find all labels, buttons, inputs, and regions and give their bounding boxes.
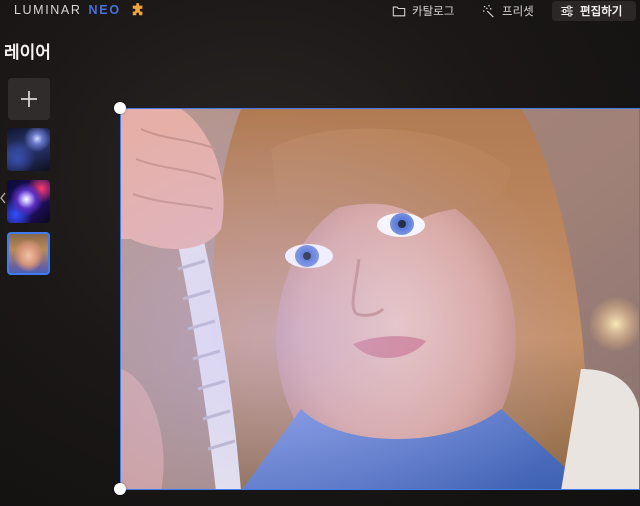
sparkle-wand-icon [482, 4, 494, 18]
sliders-icon [561, 5, 573, 17]
layers-panel-title: 레이어 [4, 43, 51, 63]
top-bar: LUMINAR NEO 카탈로그 프리셋 편집하기 [0, 0, 640, 22]
folder-icon [392, 6, 406, 17]
nav-catalog[interactable]: 카탈로그 [392, 0, 454, 22]
app-logo: LUMINAR NEO [14, 2, 145, 18]
layer-thumbnail-2[interactable] [7, 180, 50, 223]
nav-catalog-label: 카탈로그 [412, 4, 455, 18]
puzzle-icon[interactable] [131, 3, 145, 17]
canvas-image[interactable] [120, 108, 640, 490]
layer-thumbnail-3-selected[interactable] [7, 232, 50, 275]
logo-primary-text: LUMINAR [14, 3, 82, 17]
plus-icon [21, 91, 37, 107]
nav-presets[interactable]: 프리셋 [482, 0, 534, 22]
nav-edit-label: 편집하기 [580, 4, 623, 18]
resize-handle-top-left[interactable] [114, 102, 126, 114]
portrait-image [121, 109, 639, 489]
layer-thumbnail-1[interactable] [7, 128, 50, 171]
resize-handle-bottom-left[interactable] [114, 483, 126, 495]
add-layer-button[interactable] [8, 78, 50, 120]
nav-edit[interactable]: 편집하기 [552, 1, 636, 21]
drag-arrow-icon [0, 192, 6, 204]
nav-presets-label: 프리셋 [502, 4, 534, 18]
logo-secondary-text: NEO [88, 3, 121, 17]
